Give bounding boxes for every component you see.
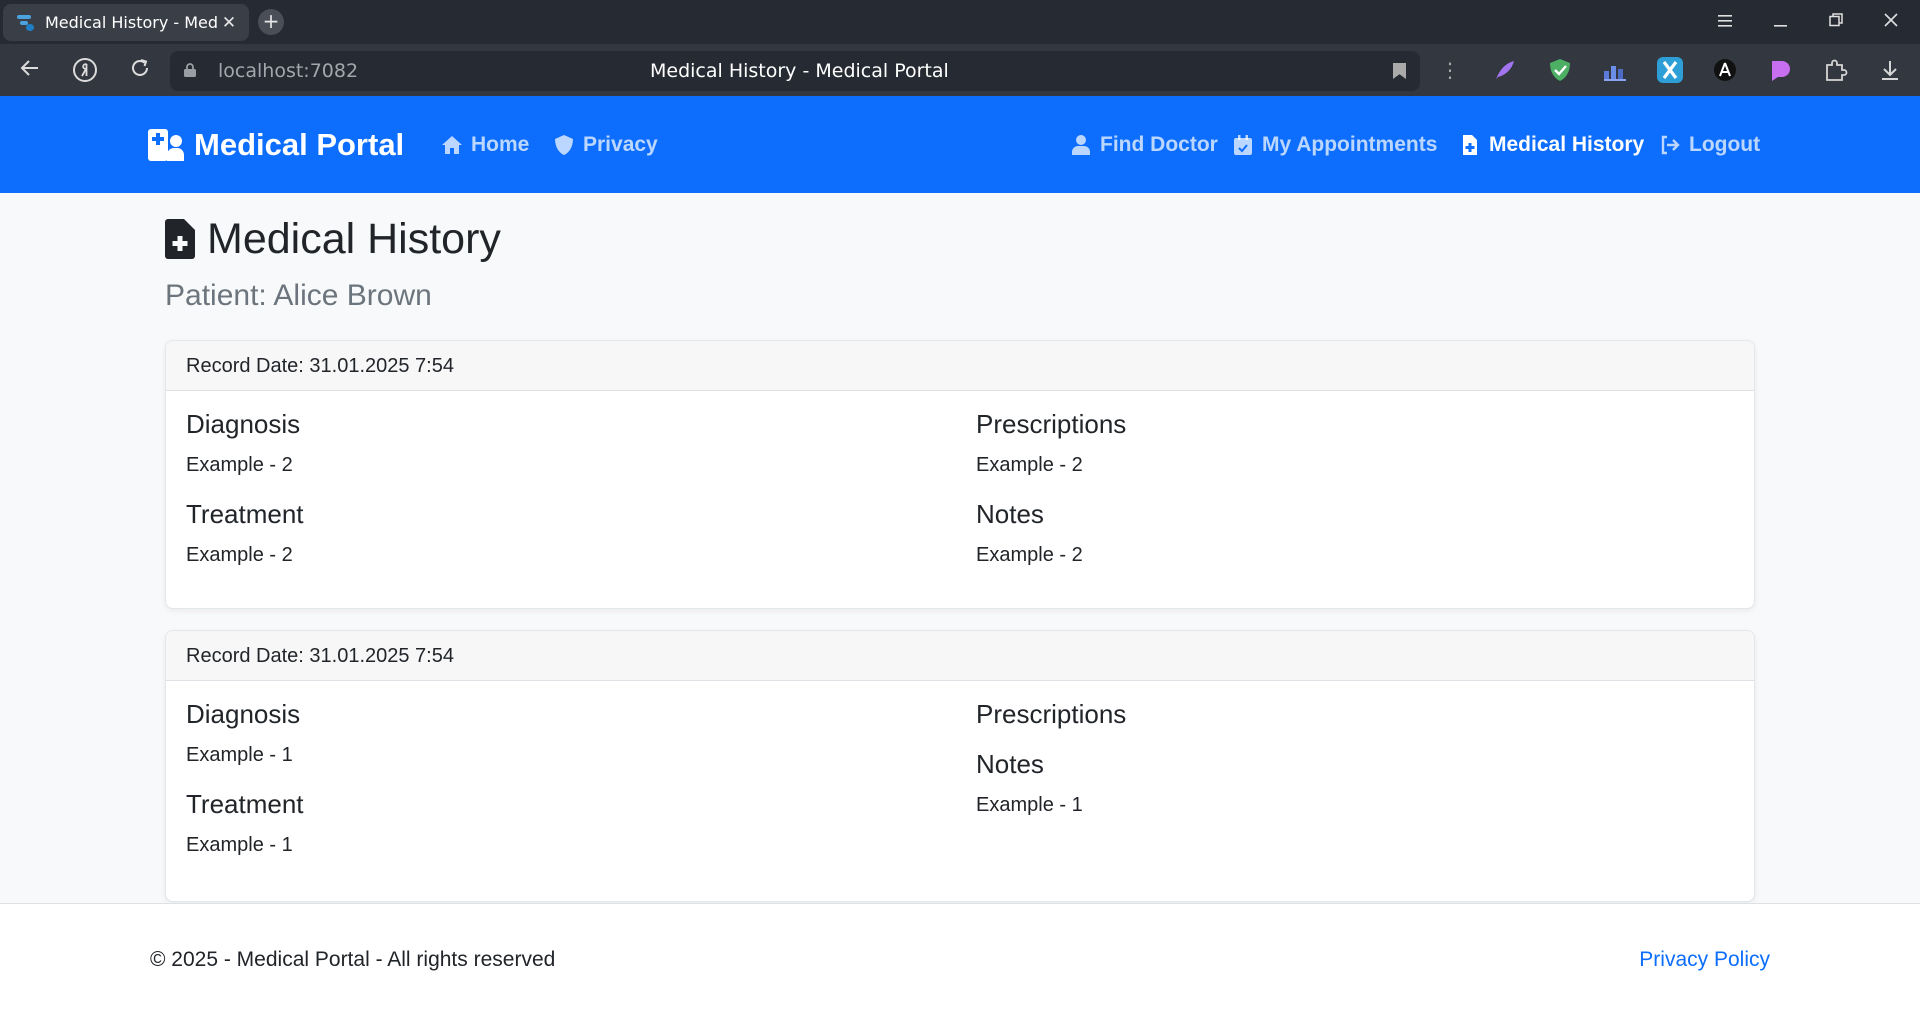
diagnosis-section: Diagnosis Example - 1 [186,699,300,767]
nav-my-appointments-label: My Appointments [1262,132,1438,156]
adguard-extension-icon[interactable] [1547,57,1573,83]
notes-heading: Notes [976,499,1044,529]
prescriptions-value: Example - 2 [976,454,1083,476]
brand-link[interactable]: Medical Portal [148,96,404,193]
nav-privacy[interactable]: Privacy [553,96,658,193]
restore-icon[interactable] [1821,10,1851,34]
diagnosis-section: Diagnosis Example - 2 [186,409,300,477]
close-tab-icon[interactable]: ✕ [219,13,239,33]
feather-extension-icon[interactable] [1492,57,1518,83]
browser-menu-icon[interactable] [1710,10,1740,34]
record-date: Record Date: 31.01.2025 7:54 [166,631,1754,681]
page-footer: © 2025 - Medical Portal - All rights res… [0,903,1920,1019]
record-date: Record Date: 31.01.2025 7:54 [166,341,1754,391]
site-favicon-icon [17,14,35,32]
page-title-text: Medical History - Medical Portal [650,60,949,82]
new-tab-button[interactable]: + [258,9,284,35]
logout-icon [1659,134,1681,156]
prescriptions-section: Prescriptions [976,699,1126,730]
medical-record-card: Record Date: 31.01.2025 7:54 Diagnosis E… [165,340,1755,609]
page-header: Medical History Patient: Alice Brown [165,213,501,313]
treatment-section: Treatment Example - 2 [186,499,304,567]
notes-section: Notes Example - 2 [976,499,1083,567]
chart-extension-icon[interactable] [1602,57,1628,83]
shield-icon [553,134,575,156]
home-icon [441,134,463,156]
x-extension-icon[interactable] [1657,57,1683,83]
treatment-section: Treatment Example - 1 [186,789,304,857]
copyright-text: © 2025 - Medical Portal - All rights res… [150,948,556,971]
close-window-icon[interactable] [1876,10,1906,34]
address-bar[interactable]: localhost:7082 Medical History - Medical… [170,51,1420,91]
reload-icon[interactable] [126,57,154,85]
notes-heading: Notes [976,749,1044,779]
treatment-heading: Treatment [186,499,304,529]
calendar-check-icon [1232,134,1254,156]
page-title: Medical History [165,213,501,265]
hospital-user-icon [148,128,185,161]
treatment-value: Example - 2 [186,544,293,566]
page-title-text: Medical History [207,214,501,263]
notes-section: Notes Example - 1 [976,749,1083,817]
lock-icon [184,63,196,77]
treatment-value: Example - 1 [186,834,293,856]
nav-logout-label: Logout [1689,132,1761,156]
file-medical-icon [165,219,195,259]
nav-home[interactable]: Home [441,96,529,193]
browser-tab[interactable]: Medical History - Medic ✕ [3,4,249,41]
more-icon[interactable]: ⋮ [1440,56,1460,84]
pink-extension-icon[interactable] [1767,57,1793,83]
diagnosis-heading: Diagnosis [186,699,301,729]
nav-logout[interactable]: Logout [1659,96,1760,193]
bookmark-icon[interactable] [1393,63,1406,79]
notes-value: Example - 2 [976,544,1083,566]
medical-record-card: Record Date: 31.01.2025 7:54 Diagnosis E… [165,630,1755,902]
patient-name: Patient: Alice Brown [165,279,432,312]
prescriptions-section: Prescriptions Example - 2 [976,409,1126,477]
diagnosis-value: Example - 2 [186,454,293,476]
browser-tab-bar: Medical History - Medic ✕ + [0,0,1920,44]
diagnosis-heading: Diagnosis [186,409,301,439]
prescriptions-heading: Prescriptions [976,699,1127,729]
url-text[interactable]: localhost:7082 [218,51,358,91]
yandex-icon[interactable] [71,57,99,85]
app-navbar: Medical Portal Home Privacy Find Doctor … [0,96,1920,193]
nav-home-label: Home [471,132,530,156]
privacy-policy-link[interactable]: Privacy Policy [1639,948,1770,972]
treatment-heading: Treatment [186,789,304,819]
minimize-icon[interactable] [1766,10,1796,34]
back-icon[interactable] [16,57,44,85]
browser-toolbar: localhost:7082 Medical History - Medical… [0,44,1920,96]
nav-medical-history-label: Medical History [1489,132,1645,156]
prescriptions-heading: Prescriptions [976,409,1127,439]
user-doctor-icon [1070,134,1092,156]
nav-find-doctor-label: Find Doctor [1100,132,1218,156]
brand-name: Medical Portal [194,126,405,162]
notes-value: Example - 1 [976,794,1083,816]
download-icon[interactable] [1877,57,1903,83]
nav-my-appointments[interactable]: My Appointments [1232,96,1437,193]
file-medical-icon [1459,134,1481,156]
angular-extension-icon[interactable] [1712,57,1738,83]
nav-medical-history[interactable]: Medical History [1459,96,1644,193]
nav-find-doctor[interactable]: Find Doctor [1070,96,1218,193]
diagnosis-value: Example - 1 [186,744,293,766]
extensions-puzzle-icon[interactable] [1822,57,1848,83]
nav-privacy-label: Privacy [583,132,658,156]
tab-title: Medical History - Medic [45,13,219,32]
